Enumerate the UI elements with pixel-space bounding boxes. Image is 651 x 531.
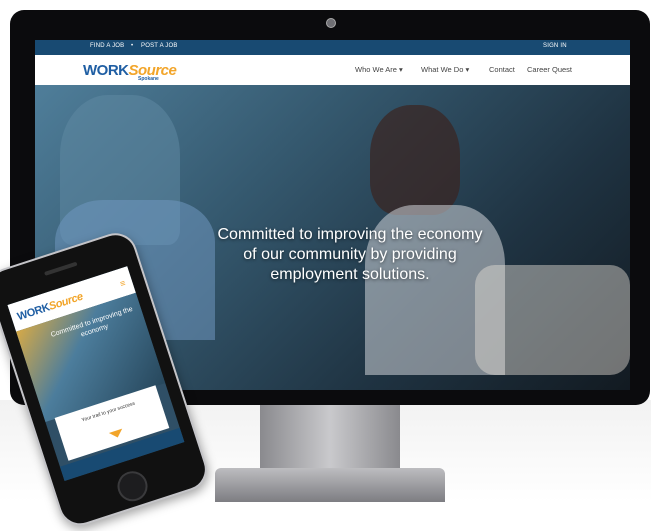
- phone-speaker: [44, 261, 78, 276]
- hero-photo-woman-hair: [370, 105, 460, 215]
- chevron-down-icon[interactable]: [108, 428, 125, 440]
- phone-logo-source: Source: [47, 290, 85, 313]
- post-a-job-link[interactable]: POST A JOB: [141, 43, 178, 49]
- find-a-job-link[interactable]: FIND A JOB: [90, 43, 124, 49]
- worksource-logo[interactable]: WORKSource Spokane: [83, 60, 183, 82]
- nav-contact[interactable]: Contact: [489, 65, 515, 74]
- nav-career-quest[interactable]: Career Quest: [527, 65, 572, 74]
- hero-tagline-line-2: of our community by providing: [243, 246, 457, 263]
- hero-tagline-line-3: employment solutions.: [270, 266, 430, 283]
- hero-tagline: Committed to improving the economy of ou…: [185, 225, 515, 285]
- logo-work-text: WORK: [83, 62, 129, 79]
- phone-logo-work: WORK: [15, 301, 52, 324]
- hamburger-menu-icon[interactable]: ≡: [119, 278, 127, 289]
- utility-separator: •: [131, 43, 134, 49]
- camera-icon: [326, 18, 336, 28]
- monitor-stand-neck: [260, 405, 400, 470]
- nav-who-we-are[interactable]: Who We Are ▾: [355, 65, 403, 74]
- sign-in-link[interactable]: SIGN IN: [543, 43, 567, 49]
- hero-tagline-line-1: Committed to improving the economy: [217, 226, 483, 243]
- logo-subtitle: Spokane: [138, 76, 159, 82]
- monitor-stand-base: [215, 468, 445, 502]
- phone-home-button[interactable]: [113, 467, 152, 506]
- utility-bar: FIND A JOB • POST A JOB SIGN IN: [35, 40, 630, 55]
- nav-what-we-do[interactable]: What We Do ▾: [421, 65, 469, 74]
- main-navbar: WORKSource Spokane Who We Are ▾ What We …: [35, 55, 630, 85]
